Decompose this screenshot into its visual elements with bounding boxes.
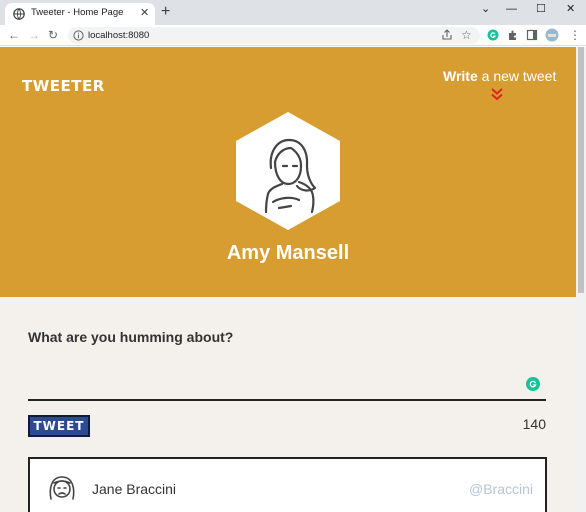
tweet-text-input[interactable] (28, 367, 546, 401)
close-window-icon[interactable]: ✕ (566, 2, 575, 16)
new-tab-button[interactable]: + (161, 3, 170, 21)
side-panel-icon[interactable] (526, 29, 538, 41)
browser-tab[interactable]: Tweeter - Home Page ✕ (5, 3, 155, 25)
url-text[interactable]: localhost:8080 (88, 30, 149, 41)
compose-prompt: What are you humming about? (28, 329, 234, 345)
grammarly-glyph-icon (529, 380, 537, 388)
grammarly-extension-icon[interactable] (487, 29, 499, 41)
address-bar[interactable]: localhost:8080 ☆ (68, 27, 480, 44)
tweet-author-avatar (49, 476, 75, 500)
write-new-tweet-link[interactable]: Write a new tweet (443, 68, 556, 84)
extensions-puzzle-icon[interactable] (507, 29, 519, 41)
bookmark-star-icon[interactable]: ☆ (461, 27, 472, 43)
minimize-icon[interactable]: — (506, 2, 517, 16)
browser-tab-strip: Tweeter - Home Page ✕ + ⌄ — ☐ ✕ (0, 0, 586, 25)
write-label-bold: Write (443, 68, 478, 84)
write-label-rest: a new tweet (477, 68, 557, 84)
profile-name: Amy Mansell (226, 242, 350, 264)
profile-avatar (236, 112, 340, 230)
globe-icon (13, 8, 25, 20)
back-icon[interactable]: ← (8, 27, 20, 43)
reload-icon[interactable]: ↻ (48, 27, 58, 43)
scrollbar-thumb[interactable] (578, 47, 584, 293)
character-counter: 140 (522, 416, 546, 432)
profile-header: TWEETER Write a new tweet Amy Mansell (0, 47, 576, 297)
tab-title: Tweeter - Home Page (31, 7, 124, 18)
browser-toolbar: ← → ↻ localhost:8080 ☆ ⋮ (0, 25, 586, 46)
share-icon[interactable] (441, 29, 453, 41)
site-info-icon[interactable] (73, 30, 84, 41)
chevron-double-down-icon[interactable] (490, 87, 504, 101)
browser-menu-icon[interactable]: ⋮ (569, 27, 581, 43)
maximize-icon[interactable]: ☐ (536, 2, 546, 16)
profile-avatar-icon[interactable] (545, 28, 559, 42)
tweet-button[interactable]: TWEET (28, 415, 90, 437)
brand-logo[interactable]: TWEETER (22, 77, 105, 95)
tab-close-icon[interactable]: ✕ (140, 6, 149, 20)
grammarly-icon[interactable] (526, 377, 540, 391)
forward-icon[interactable]: → (28, 27, 40, 43)
tweet-author-name: Jane Braccini (92, 481, 177, 497)
tweet-card: Jane Braccini @Braccini (28, 457, 547, 512)
page-content: TWEETER Write a new tweet Amy Mansell Wh… (0, 47, 576, 512)
tab-search-icon[interactable]: ⌄ (481, 2, 490, 16)
tweet-author-handle[interactable]: @Braccini (469, 481, 533, 497)
page-scrollbar[interactable] (576, 47, 586, 512)
